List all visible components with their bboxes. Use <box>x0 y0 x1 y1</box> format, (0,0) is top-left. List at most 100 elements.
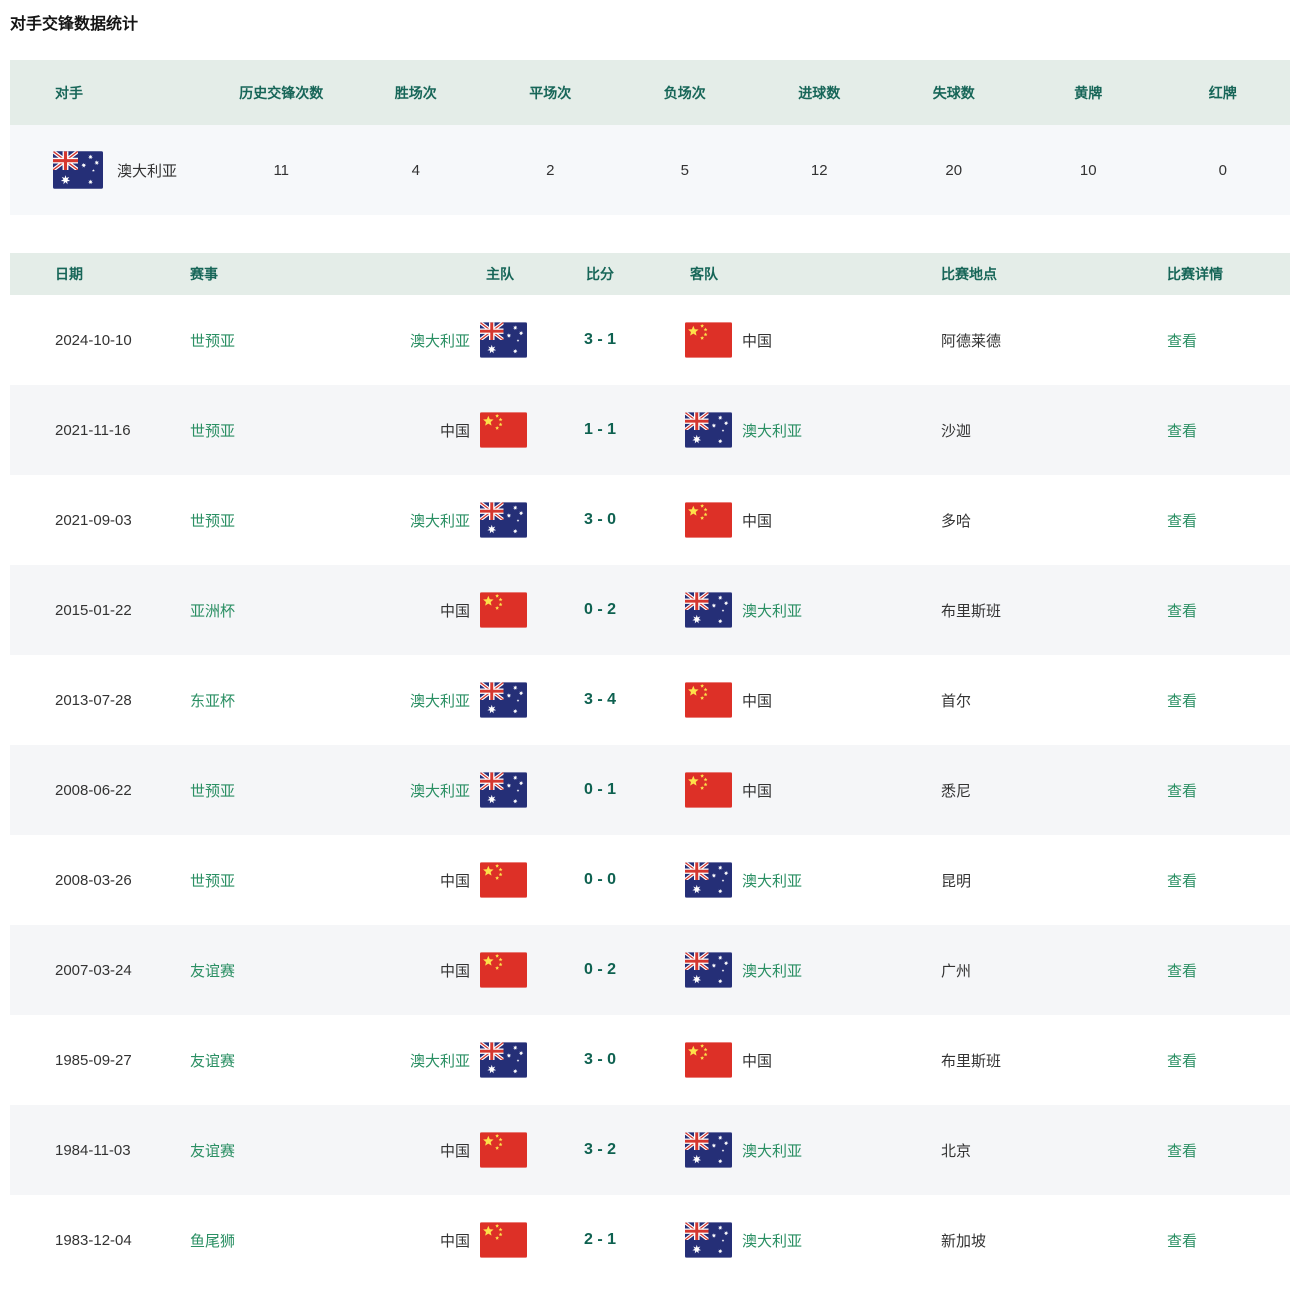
view-details-link[interactable]: 查看 <box>1167 513 1197 530</box>
china-flag-icon <box>480 952 527 988</box>
match-venue: 布里斯班 <box>941 600 1167 621</box>
away-team-name: 中国 <box>742 1050 772 1071</box>
stat-wins: 4 <box>349 162 484 179</box>
away-team-name[interactable]: 澳大利亚 <box>742 870 802 891</box>
view-details-link[interactable]: 查看 <box>1167 603 1197 620</box>
away-team-cell: 澳大利亚 <box>673 1132 941 1168</box>
match-score: 0 - 2 <box>527 961 673 979</box>
column-header-draws: 平场次 <box>483 83 618 103</box>
australia-flag-icon <box>685 592 732 628</box>
view-details-link[interactable]: 查看 <box>1167 963 1197 980</box>
match-venue: 阿德莱德 <box>941 330 1167 351</box>
match-row: 2008-03-26 世预亚 中国 0 - 0 澳大利亚 昆明 查看 <box>10 835 1290 925</box>
stat-yellow-cards: 10 <box>1021 162 1156 179</box>
match-venue: 新加坡 <box>941 1230 1167 1251</box>
column-header-away-team: 客队 <box>673 264 941 284</box>
competition-link[interactable]: 友谊赛 <box>190 1143 235 1160</box>
view-details-link[interactable]: 查看 <box>1167 423 1197 440</box>
match-score: 3 - 0 <box>527 1051 673 1069</box>
view-details-link[interactable]: 查看 <box>1167 873 1197 890</box>
competition-link[interactable]: 世预亚 <box>190 783 235 800</box>
column-header-losses: 负场次 <box>618 83 753 103</box>
home-team-name[interactable]: 澳大利亚 <box>410 1050 470 1071</box>
home-team-name[interactable]: 澳大利亚 <box>410 690 470 711</box>
home-team-cell: 中国 <box>310 412 527 448</box>
view-details-link[interactable]: 查看 <box>1167 783 1197 800</box>
away-team-name[interactable]: 澳大利亚 <box>742 960 802 981</box>
column-header-date: 日期 <box>10 264 190 284</box>
summary-table-header: 对手 历史交锋次数 胜场次 平场次 负场次 进球数 失球数 黄牌 红牌 <box>10 60 1290 125</box>
match-date: 1984-11-03 <box>10 1142 190 1159</box>
home-team-name: 中国 <box>440 870 470 891</box>
away-team-name[interactable]: 澳大利亚 <box>742 420 802 441</box>
competition-link[interactable]: 鱼尾狮 <box>190 1233 235 1250</box>
column-header-red-cards: 红牌 <box>1156 83 1291 103</box>
match-date: 2013-07-28 <box>10 692 190 709</box>
china-flag-icon <box>685 772 732 808</box>
match-row: 2007-03-24 友谊赛 中国 0 - 2 澳大利亚 广州 查看 <box>10 925 1290 1015</box>
view-details-link[interactable]: 查看 <box>1167 1143 1197 1160</box>
away-team-cell: 中国 <box>673 772 941 808</box>
match-venue: 悉尼 <box>941 780 1167 801</box>
column-header-opponent: 对手 <box>10 83 214 103</box>
opponent-name: 澳大利亚 <box>117 160 177 181</box>
match-score: 1 - 1 <box>527 421 673 439</box>
australia-flag-icon <box>480 682 527 718</box>
home-team-cell: 澳大利亚 <box>310 502 527 538</box>
content-area: 对手交锋数据统计 对手 历史交锋次数 胜场次 平场次 负场次 进球数 失球数 黄… <box>10 14 1290 1285</box>
competition-link[interactable]: 世预亚 <box>190 333 235 350</box>
match-venue: 首尔 <box>941 690 1167 711</box>
home-team-name: 中国 <box>440 420 470 441</box>
stat-losses: 5 <box>618 162 753 179</box>
match-row: 2024-10-10 世预亚 澳大利亚 3 - 1 中国 阿德莱德 查看 <box>10 295 1290 385</box>
away-team-cell: 澳大利亚 <box>673 412 941 448</box>
competition-link[interactable]: 世预亚 <box>190 513 235 530</box>
view-details-link[interactable]: 查看 <box>1167 1233 1197 1250</box>
view-details-link[interactable]: 查看 <box>1167 693 1197 710</box>
competition-link[interactable]: 亚洲杯 <box>190 603 235 620</box>
match-date: 1985-09-27 <box>10 1052 190 1069</box>
australia-flag-icon <box>480 322 527 358</box>
competition-link[interactable]: 友谊赛 <box>190 963 235 980</box>
home-team-cell: 中国 <box>310 1222 527 1258</box>
view-details-link[interactable]: 查看 <box>1167 333 1197 350</box>
match-row: 1985-09-27 友谊赛 澳大利亚 3 - 0 中国 布里斯班 查看 <box>10 1015 1290 1105</box>
view-details-link[interactable]: 查看 <box>1167 1053 1197 1070</box>
china-flag-icon <box>685 682 732 718</box>
home-team-cell: 中国 <box>310 952 527 988</box>
match-score: 2 - 1 <box>527 1231 673 1249</box>
away-team-name[interactable]: 澳大利亚 <box>742 600 802 621</box>
competition-link[interactable]: 友谊赛 <box>190 1053 235 1070</box>
match-date: 2024-10-10 <box>10 332 190 349</box>
stat-goals-for: 12 <box>752 162 887 179</box>
column-header-match-detail: 比赛详情 <box>1167 264 1290 284</box>
match-row: 2021-11-16 世预亚 中国 1 - 1 澳大利亚 沙迦 查看 <box>10 385 1290 475</box>
away-team-cell: 澳大利亚 <box>673 952 941 988</box>
home-team-name[interactable]: 澳大利亚 <box>410 330 470 351</box>
australia-flag-icon <box>685 862 732 898</box>
column-header-goals-for: 进球数 <box>752 83 887 103</box>
competition-link[interactable]: 世预亚 <box>190 423 235 440</box>
column-header-goals-against: 失球数 <box>887 83 1022 103</box>
match-date: 2008-06-22 <box>10 782 190 799</box>
away-team-cell: 中国 <box>673 1042 941 1078</box>
summary-table: 对手 历史交锋次数 胜场次 平场次 负场次 进球数 失球数 黄牌 红牌 澳大利亚… <box>10 60 1290 215</box>
match-score: 0 - 2 <box>527 601 673 619</box>
away-team-name[interactable]: 澳大利亚 <box>742 1230 802 1251</box>
competition-link[interactable]: 东亚杯 <box>190 693 235 710</box>
match-score: 0 - 0 <box>527 871 673 889</box>
home-team-cell: 澳大利亚 <box>310 322 527 358</box>
home-team-name[interactable]: 澳大利亚 <box>410 780 470 801</box>
stat-draws: 2 <box>483 162 618 179</box>
away-team-name[interactable]: 澳大利亚 <box>742 1140 802 1161</box>
australia-flag-icon <box>480 772 527 808</box>
match-date: 2015-01-22 <box>10 602 190 619</box>
column-header-wins: 胜场次 <box>349 83 484 103</box>
column-header-venue: 比赛地点 <box>941 264 1167 284</box>
home-team-name[interactable]: 澳大利亚 <box>410 510 470 531</box>
home-team-cell: 澳大利亚 <box>310 772 527 808</box>
match-venue: 广州 <box>941 960 1167 981</box>
page-title: 对手交锋数据统计 <box>10 14 1290 36</box>
match-venue: 沙迦 <box>941 420 1167 441</box>
competition-link[interactable]: 世预亚 <box>190 873 235 890</box>
